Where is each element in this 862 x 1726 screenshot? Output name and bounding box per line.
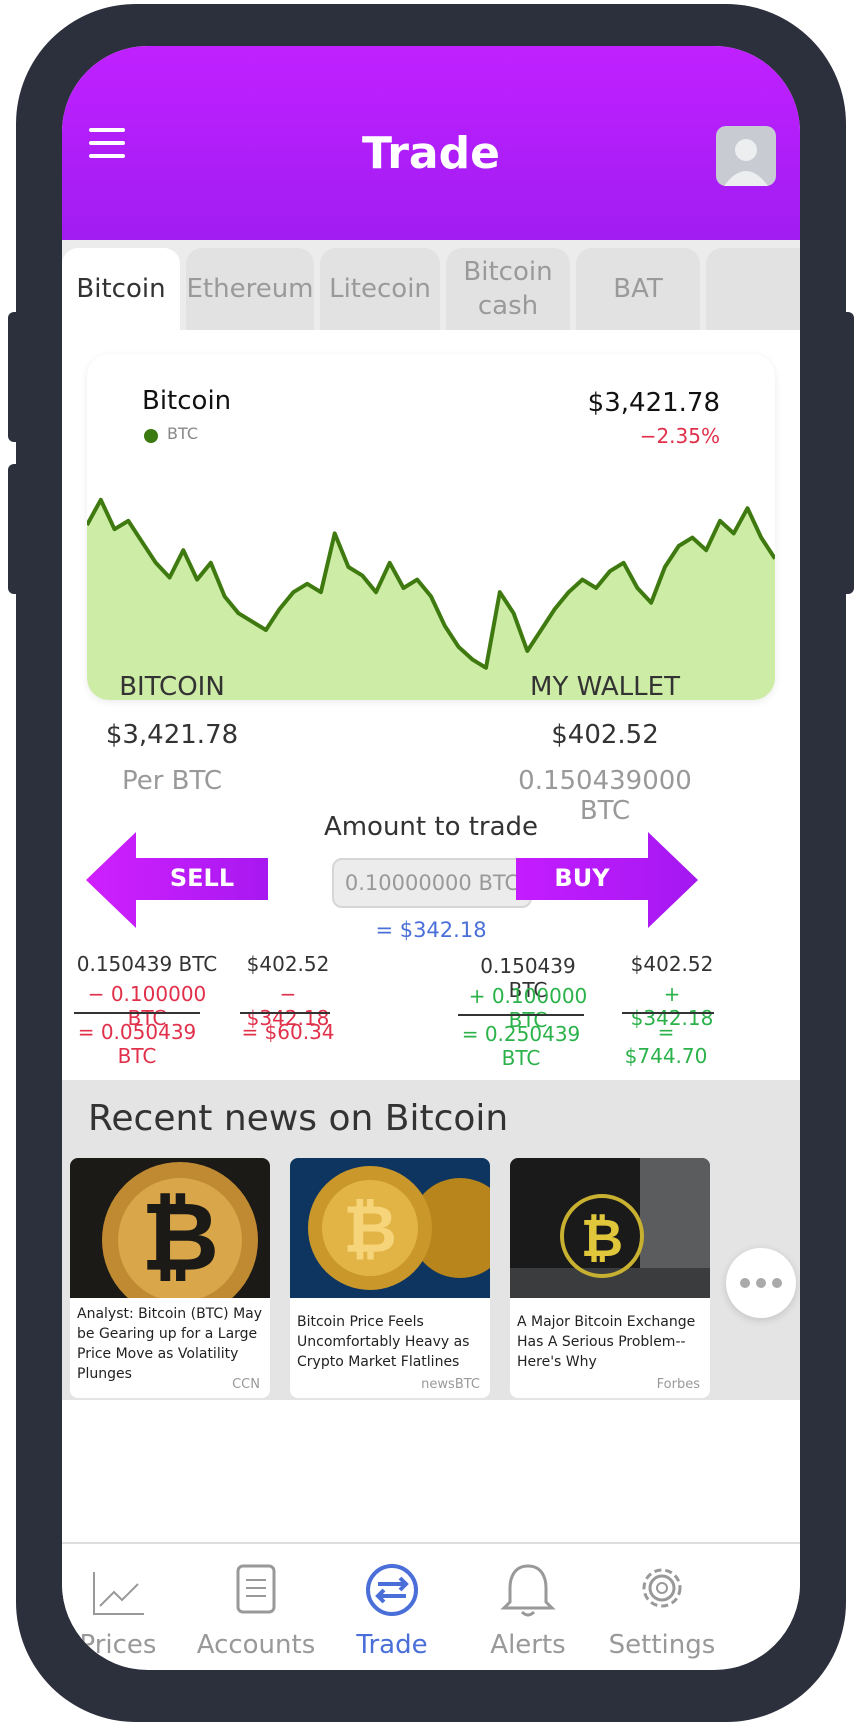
document-icon <box>236 1564 276 1614</box>
bitcoin-label: BITCOIN <box>119 672 225 702</box>
sell-usd-start: $402.52 <box>246 952 330 976</box>
nav-trade[interactable]: Trade <box>322 1562 462 1660</box>
buy-button[interactable]: BUY <box>516 832 698 928</box>
news-card[interactable]: ₿ A Major Bitcoin Exchange Has A Serious… <box>510 1158 710 1398</box>
sell-usd-result: = $60.34 <box>241 1020 335 1044</box>
price-chart <box>87 497 775 700</box>
svg-text:₿: ₿ <box>141 1181 219 1293</box>
divider <box>622 1012 714 1014</box>
app-header: Trade <box>62 46 800 240</box>
volume-up-button <box>8 312 22 442</box>
buy-btc-result: = 0.250439 BTC <box>461 1022 581 1070</box>
news-card[interactable]: ₿ Analyst: Bitcoin (BTC) May be Gearing … <box>70 1158 270 1398</box>
buy-usd-result: = $744.70 <box>624 1020 708 1068</box>
nav-alerts[interactable]: Alerts <box>458 1562 598 1660</box>
app-screen: Trade Bitcoin Ethereum Litecoin Bitcoin … <box>62 46 800 1670</box>
tab-bat[interactable]: BAT <box>576 248 700 330</box>
sell-button[interactable]: SELL <box>86 832 268 928</box>
bell-icon <box>500 1564 556 1617</box>
tab-litecoin[interactable]: Litecoin <box>320 248 440 330</box>
nav-prices[interactable]: Prices <box>62 1562 188 1660</box>
chart-coin-name: Bitcoin <box>142 386 232 416</box>
price-chart-card: Bitcoin BTC $3,421.78 −2.35% <box>87 354 775 700</box>
sell-label: SELL <box>169 864 235 892</box>
divider <box>74 1012 200 1014</box>
wallet-label: MY WALLET <box>530 672 680 702</box>
sell-btc-start: 0.150439 BTC <box>76 952 218 976</box>
avatar[interactable] <box>716 126 776 186</box>
coin-tabs: Bitcoin Ethereum Litecoin Bitcoin cash B… <box>62 240 800 330</box>
swap-icon <box>366 1564 418 1616</box>
divider <box>458 1014 584 1016</box>
bottom-nav: Prices Accounts Trade Alerts Settings <box>62 1542 800 1668</box>
news-image: ₿ <box>510 1158 710 1298</box>
coin-dot-icon <box>144 429 158 443</box>
buy-usd-start: $402.52 <box>630 952 714 976</box>
news-title: Recent news on Bitcoin <box>88 1098 509 1139</box>
svg-text:₿: ₿ <box>581 1209 623 1269</box>
news-headline: A Major Bitcoin Exchange Has A Serious P… <box>517 1314 696 1370</box>
tab-bitcoin[interactable]: Bitcoin <box>62 248 180 330</box>
svg-text:₿: ₿ <box>343 1191 397 1268</box>
news-headline: Analyst: Bitcoin (BTC) May be Gearing up… <box>77 1306 263 1382</box>
news-image: ₿ <box>70 1158 270 1298</box>
news-headline: Bitcoin Price Feels Uncomfortably Heavy … <box>297 1314 470 1370</box>
chart-change: −2.35% <box>639 424 720 448</box>
chart-icon <box>93 1572 144 1615</box>
volume-down-button <box>8 464 22 594</box>
tab-ethereum[interactable]: Ethereum <box>186 248 314 330</box>
power-button <box>840 312 854 594</box>
divider <box>240 1012 330 1014</box>
bitcoin-unit: Per BTC <box>121 766 223 796</box>
buy-label: BUY <box>554 864 610 892</box>
sell-btc-result: = 0.050439 BTC <box>77 1020 197 1068</box>
nav-accounts[interactable]: Accounts <box>186 1562 326 1660</box>
wallet-value: $402.52 <box>551 720 659 750</box>
gear-icon <box>642 1568 682 1608</box>
news-image: ₿ <box>290 1158 490 1298</box>
more-news-button[interactable] <box>726 1248 796 1318</box>
tab-bitcoin-cash[interactable]: Bitcoin cash <box>446 248 570 330</box>
chart-price: $3,421.78 <box>587 388 720 418</box>
news-source: newsBTC <box>421 1377 480 1392</box>
news-source: CCN <box>232 1377 260 1392</box>
page-title: Trade <box>362 128 500 179</box>
news-card[interactable]: ₿ Bitcoin Price Feels Uncomfortably Heav… <box>290 1158 490 1398</box>
tab-overflow[interactable] <box>706 248 800 330</box>
news-source: Forbes <box>656 1377 700 1392</box>
chart-coin-symbol: BTC <box>167 424 198 443</box>
bitcoin-price: $3,421.78 <box>105 720 239 750</box>
amount-input[interactable]: 0.10000000 BTC <box>332 858 532 908</box>
nav-settings[interactable]: Settings <box>592 1562 732 1660</box>
